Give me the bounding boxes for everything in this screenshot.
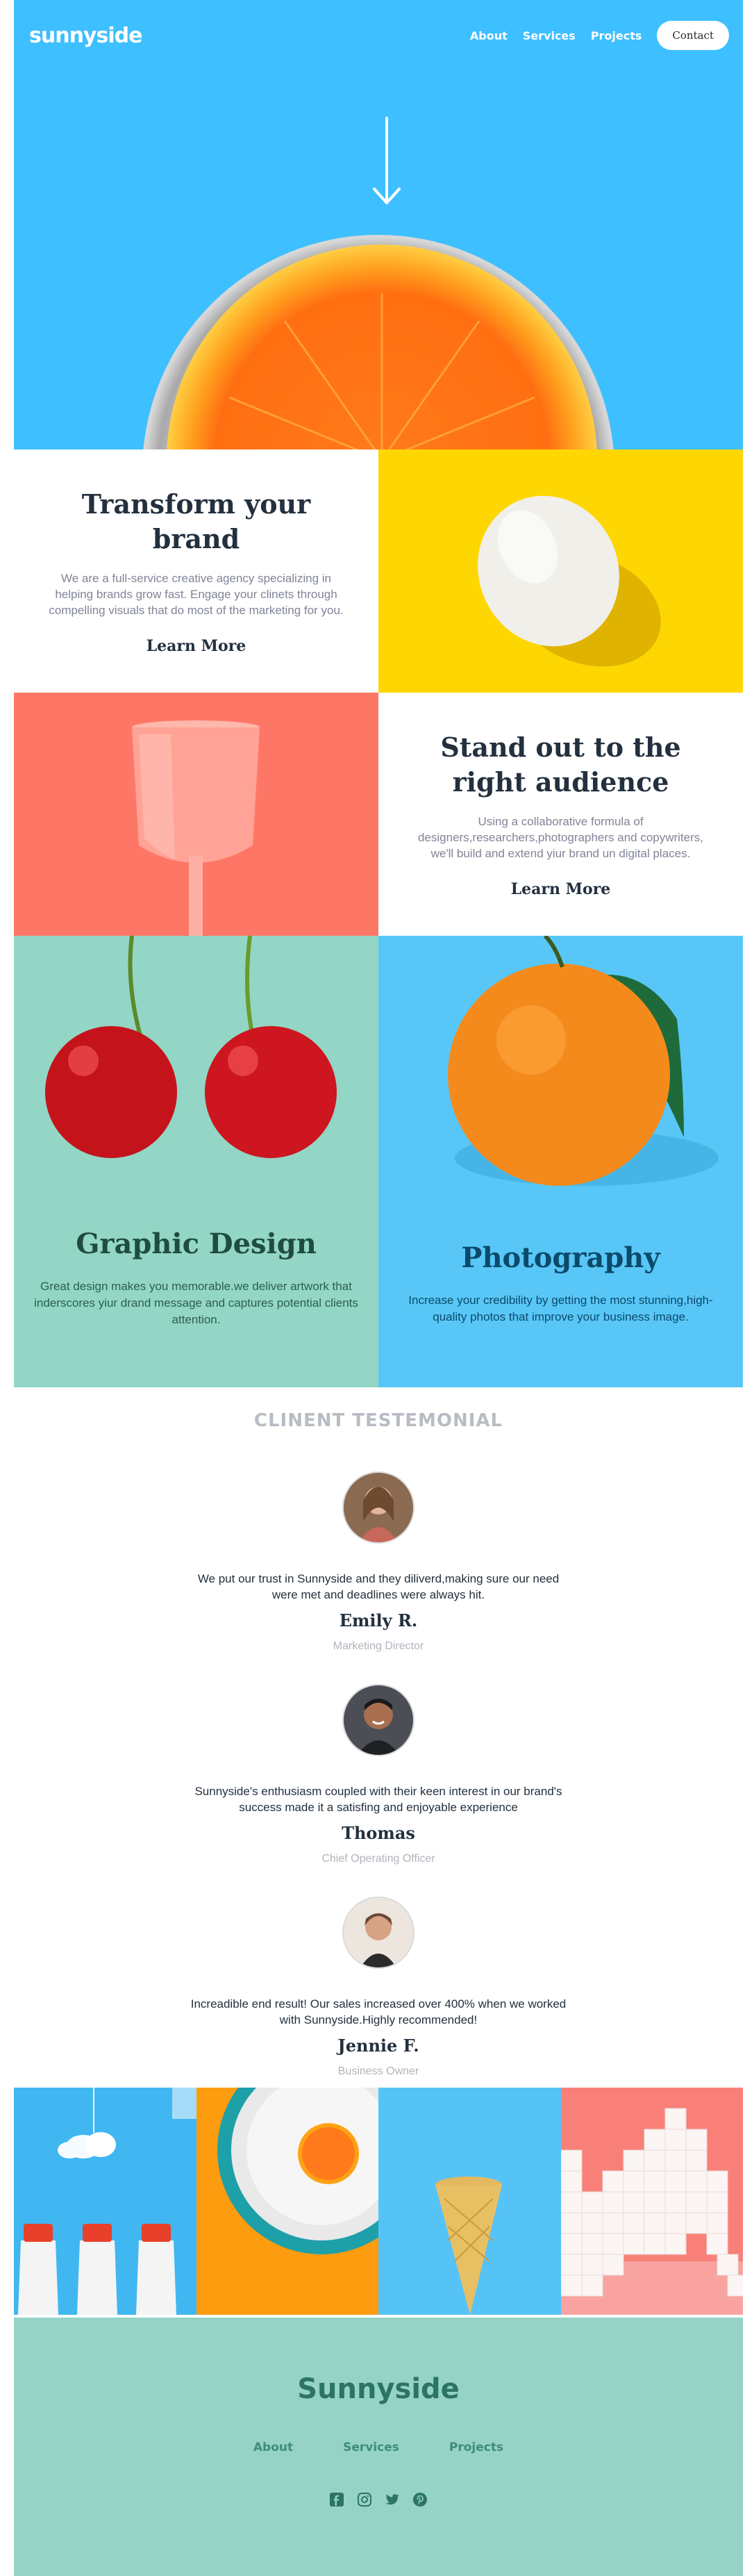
footer-nav-projects[interactable]: Projects [449, 2441, 503, 2454]
photography-title: Photography [461, 1241, 660, 1274]
avatar [342, 1897, 415, 1969]
photography-card: Photography Increase your credibility by… [378, 936, 743, 1387]
gallery-sugar-cubes [560, 2088, 743, 2315]
cup-illustration [132, 720, 260, 936]
orange-segments [228, 293, 535, 449]
testimonial-role: Chief Operating Officer [321, 1852, 435, 1865]
instagram-icon[interactable] [357, 2492, 372, 2507]
facebook-icon[interactable] [329, 2492, 344, 2507]
graphic-text: Graphic Design Great design makes you me… [14, 1228, 378, 1328]
photography-text: Photography Increase your credibility by… [378, 1241, 743, 1326]
footer: Sunnyside About Services Projects [14, 2318, 743, 2576]
testimonial-role: Business Owner [337, 2065, 419, 2077]
standout-row: Stand out to the right audience Using a … [14, 693, 743, 936]
testimonial-card: We put our trust in Sunnyside and they d… [187, 1471, 569, 1653]
main-nav: About Services Projects Contact [470, 21, 729, 50]
footer-nav-services[interactable]: Services [343, 2441, 399, 2454]
gallery-ice-cream-cone [378, 2088, 561, 2315]
gallery-milk-bottles [14, 2088, 196, 2315]
contact-button[interactable]: Contact [657, 21, 729, 50]
testimonial-card: Increadible end result! Our sales increa… [187, 1897, 569, 2078]
graphic-design-card: Graphic Design Great design makes you me… [14, 936, 378, 1387]
testimonials-title: CLINENT TESTEMONIAL [253, 1410, 503, 1431]
testimonial-name: Jennie F. [337, 2035, 419, 2056]
page: sunnyside About Services Projects Contac… [0, 0, 745, 2576]
footer-logo[interactable]: Sunnyside [14, 2373, 743, 2405]
transform-title: Transform your brand [81, 488, 311, 554]
transform-text: Transform your brand We are a full-servi… [14, 449, 378, 693]
nav-services[interactable]: Services [523, 29, 576, 42]
footer-social [14, 2492, 743, 2507]
cup-image [14, 693, 378, 936]
photography-body: Increase your credibility by getting the… [408, 1294, 713, 1323]
transform-row: Transform your brand We are a full-servi… [14, 449, 743, 693]
standout-title: Stand out to the right audience [440, 732, 681, 798]
standout-learn-more[interactable]: Learn More [508, 880, 614, 898]
graphic-title: Graphic Design [76, 1228, 317, 1260]
standout-body: Using a collaborative formula of designe… [417, 814, 704, 860]
nav-about[interactable]: About [470, 29, 508, 42]
arrow-down-icon[interactable] [371, 117, 402, 207]
testimonial-quote: Increadible end result! Our sales increa… [190, 1997, 567, 2026]
avatar [342, 1471, 415, 1544]
testimonial-name: Thomas [342, 1822, 415, 1843]
testimonial-quote: We put our trust in Sunnyside and they d… [197, 1572, 560, 1601]
graphic-body: Great design makes you memorable.we deli… [34, 1280, 358, 1326]
standout-learn-more-label: Learn More [510, 880, 611, 898]
transform-learn-more[interactable]: Learn More [143, 636, 249, 655]
transform-body: We are a full-service creative agency sp… [49, 571, 344, 617]
footer-nav-about[interactable]: About [253, 2441, 293, 2454]
egg-image [378, 449, 743, 693]
testimonial-card: Sunnyside's enthusiasm coupled with thei… [187, 1684, 569, 1865]
testimonial-quote: Sunnyside's enthusiasm coupled with thei… [194, 1785, 562, 1814]
egg-illustration [478, 495, 661, 667]
services-row: Graphic Design Great design makes you me… [14, 936, 743, 1387]
pinterest-icon[interactable] [412, 2492, 428, 2507]
twitter-icon[interactable] [385, 2492, 400, 2507]
standout-text: Stand out to the right audience Using a … [378, 693, 743, 936]
testimonial-name: Emily R. [339, 1610, 418, 1630]
footer-nav: About Services Projects [14, 2441, 743, 2454]
hero-section: sunnyside About Services Projects Contac… [14, 0, 743, 449]
transform-learn-more-label: Learn More [146, 636, 246, 655]
testimonial-role: Marketing Director [333, 1640, 424, 1652]
gallery [14, 2088, 743, 2315]
avatar [342, 1684, 415, 1756]
site-logo[interactable]: sunnyside [29, 24, 142, 48]
gallery-orange-plate [196, 2088, 378, 2315]
nav-projects[interactable]: Projects [591, 29, 642, 42]
